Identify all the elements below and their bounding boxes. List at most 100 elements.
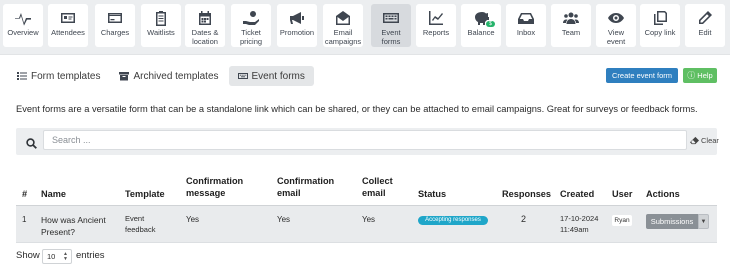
col-header-confirmation-email: Confirmation email: [277, 176, 335, 198]
toolbar-label: Reports: [422, 28, 450, 37]
toolbar-label: Inbox: [516, 28, 536, 37]
cell-created: 17-10-2024 11:49am: [560, 214, 599, 234]
col-header-name: Name: [41, 189, 67, 199]
submissions-button[interactable]: Submissions: [646, 214, 698, 229]
actions-dropdown-toggle[interactable]: ▼: [698, 214, 709, 229]
balance-badge: $: [486, 21, 495, 27]
tab-label: Archived templates: [133, 70, 219, 82]
toolbar-label: Attendees: [51, 28, 85, 37]
help-circle-icon: ⓘ: [687, 71, 696, 80]
status-badge: Accepting responses: [418, 216, 488, 225]
toolbar-label: Balance: [467, 28, 495, 37]
credit-card-icon: [107, 10, 123, 26]
col-header-template: Template: [125, 189, 165, 199]
cell-number: 1: [22, 215, 27, 224]
entries-select[interactable]: 10 ▲ ▼: [42, 249, 72, 264]
toolbar-label: Team: [561, 28, 581, 37]
col-header-responses: Responses: [502, 189, 552, 199]
show-label: Show: [16, 250, 40, 261]
event-toolbar: Overview Attendees Charges Waitlists Dat…: [0, 0, 730, 55]
tab-archived-templates[interactable]: Archived templates: [110, 66, 227, 86]
id-card-icon: [60, 10, 76, 26]
col-header-collect-email: Collect email: [362, 176, 393, 198]
entries-label: entries: [76, 250, 105, 261]
toolbar-overview[interactable]: Overview: [3, 4, 43, 47]
form-tabs: Form templates Archived templates Event …: [8, 66, 315, 86]
search-icon: [26, 136, 37, 149]
eraser-icon: [690, 136, 699, 145]
megaphone-icon: [289, 10, 305, 26]
cell-confirmation-message: Yes: [186, 215, 200, 224]
toolbar-label: Event forms: [381, 28, 401, 46]
archive-icon: [119, 71, 130, 81]
col-header-status: Status: [418, 189, 447, 199]
user-badge: Ryan: [612, 215, 632, 226]
toolbar-label: Promotion: [279, 28, 315, 37]
keyboard-icon: [383, 10, 399, 26]
toolbar-label: Overview: [7, 28, 39, 37]
toolbar-label: Ticket pricing: [239, 28, 263, 46]
copy-icon: [652, 10, 668, 26]
tab-event-forms[interactable]: Event forms: [228, 66, 314, 86]
toolbar-email-campaigns[interactable]: Email campaigns: [323, 4, 363, 47]
keyboard-icon: [237, 71, 248, 81]
toolbar-edit[interactable]: Edit: [685, 4, 725, 47]
cell-template: Event feedback: [125, 214, 156, 234]
toolbar-event-forms[interactable]: Event forms: [371, 4, 411, 47]
users-icon: [563, 10, 579, 26]
clear-button[interactable]: Clear: [690, 132, 722, 149]
toolbar-attendees[interactable]: Attendees: [48, 4, 88, 47]
search-bar: Clear: [16, 128, 719, 155]
toolbar-copy-link[interactable]: Copy link: [640, 4, 680, 47]
chart-line-icon: [428, 10, 444, 26]
toolbar-reports[interactable]: Reports: [416, 4, 456, 47]
toolbar-ticket-pricing[interactable]: Ticket pricing: [231, 4, 271, 47]
col-header-number: #: [22, 189, 28, 199]
toolbar-inbox[interactable]: Inbox: [506, 4, 546, 47]
col-header-actions: Actions: [646, 189, 680, 199]
col-header-created: Created: [560, 189, 595, 199]
toolbar-label: Edit: [698, 28, 712, 37]
help-button[interactable]: ⓘ Help: [683, 68, 717, 83]
chevron-down-icon: ▼: [700, 218, 707, 225]
pencil-icon: [697, 10, 713, 26]
cell-name[interactable]: How was Ancient Present?: [41, 214, 106, 238]
tab-form-templates[interactable]: Form templates: [8, 66, 109, 86]
cell-responses: 2: [521, 214, 527, 224]
toolbar-label: Email campaigns: [324, 28, 362, 46]
col-header-user: User: [612, 189, 633, 199]
toolbar-balance[interactable]: $ Balance: [461, 4, 501, 47]
sort-arrows-icon: ▲ ▼: [63, 251, 68, 262]
clipboard-list-icon: [153, 10, 169, 26]
tab-label: Event forms: [251, 70, 305, 82]
toolbar-waitlists[interactable]: Waitlists: [141, 4, 181, 47]
list-icon: [17, 71, 27, 81]
toolbar-label: Dates & location: [191, 28, 219, 46]
toolbar-label: Waitlists: [147, 28, 175, 37]
pulse-icon: [15, 10, 31, 26]
entries-value: 10: [47, 252, 56, 261]
toolbar-dates-location[interactable]: Dates & location: [185, 4, 225, 47]
piggy-bank-icon: $: [473, 10, 495, 27]
toolbar-view-event[interactable]: View event: [596, 4, 636, 47]
clear-label: Clear: [701, 136, 719, 145]
toolbar-label: Copy link: [644, 28, 676, 37]
toolbar-team[interactable]: Team: [551, 4, 591, 47]
cell-collect-email: Yes: [362, 215, 376, 224]
toolbar-charges[interactable]: Charges: [95, 4, 135, 47]
hand-coin-icon: [243, 10, 259, 26]
eye-icon: [608, 10, 624, 26]
create-event-form-button[interactable]: Create event form: [606, 68, 678, 83]
tab-label: Form templates: [31, 70, 101, 82]
toolbar-label: View event: [606, 28, 626, 46]
toolbar-label: Charges: [100, 28, 130, 37]
help-label: Help: [697, 71, 713, 80]
inbox-icon: [518, 10, 534, 26]
calendar-icon: [197, 10, 213, 26]
search-input[interactable]: [43, 130, 687, 150]
toolbar-promotion[interactable]: Promotion: [277, 4, 317, 47]
col-header-confirmation-message: Confirmation message: [186, 176, 244, 198]
envelope-open-icon: [335, 10, 351, 26]
page-description: Event forms are a versatile form that ca…: [16, 104, 698, 114]
cell-confirmation-email: Yes: [277, 215, 291, 224]
